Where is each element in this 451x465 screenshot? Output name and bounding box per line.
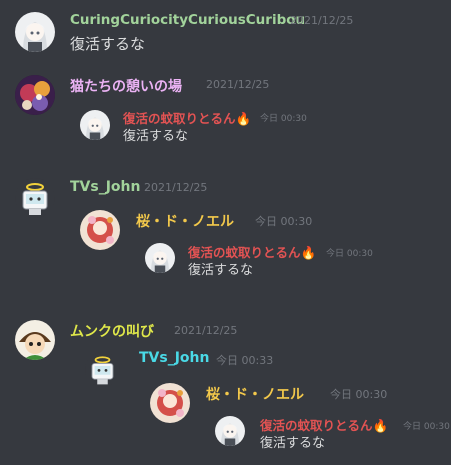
timestamp: 2021/12/25 bbox=[290, 14, 354, 27]
sakura-avatar-icon[interactable] bbox=[150, 383, 190, 423]
timestamp: 今日 00:30 bbox=[330, 388, 388, 401]
timestamp: 今日 00:30 bbox=[260, 114, 307, 124]
message-content: 復活するな bbox=[260, 436, 326, 451]
timestamp: 2021/12/25 bbox=[144, 181, 208, 194]
username[interactable]: TVs_John bbox=[139, 350, 209, 366]
message-content: 復活するな bbox=[123, 129, 189, 144]
message-content: 復活するな bbox=[70, 35, 146, 53]
timestamp: 2021/12/25 bbox=[174, 324, 238, 337]
timestamp: 今日 00:30 bbox=[403, 422, 450, 432]
message-content: 復活するな bbox=[188, 263, 254, 278]
timestamp: 今日 00:33 bbox=[216, 354, 274, 367]
timestamp: 今日 00:30 bbox=[326, 249, 373, 259]
sakura-avatar-icon[interactable] bbox=[80, 210, 120, 250]
cat-cafe-avatar-icon[interactable] bbox=[15, 75, 55, 115]
green-hat-avatar-icon[interactable] bbox=[15, 320, 55, 360]
username[interactable]: CuringCuriocityCuriousCuribou bbox=[70, 12, 305, 28]
username[interactable]: 桜・ド・ノエル bbox=[136, 211, 234, 231]
username[interactable]: 桜・ド・ノエル bbox=[206, 384, 304, 404]
white-hair-girl-avatar-icon[interactable] bbox=[15, 12, 55, 52]
username[interactable]: ムンクの叫び bbox=[70, 321, 154, 341]
timestamp: 今日 00:30 bbox=[255, 215, 313, 228]
username[interactable]: TVs_John bbox=[70, 179, 140, 195]
angel-tv-avatar-icon[interactable] bbox=[85, 352, 120, 387]
white-hair-girl-avatar-icon[interactable] bbox=[145, 243, 175, 273]
white-hair-girl-avatar-icon[interactable] bbox=[80, 110, 110, 140]
white-hair-girl-avatar-icon[interactable] bbox=[215, 416, 245, 446]
angel-tv-avatar-icon[interactable] bbox=[15, 178, 55, 218]
timestamp: 2021/12/25 bbox=[206, 78, 270, 91]
username[interactable]: 猫たちの憩いの場 bbox=[70, 76, 182, 96]
